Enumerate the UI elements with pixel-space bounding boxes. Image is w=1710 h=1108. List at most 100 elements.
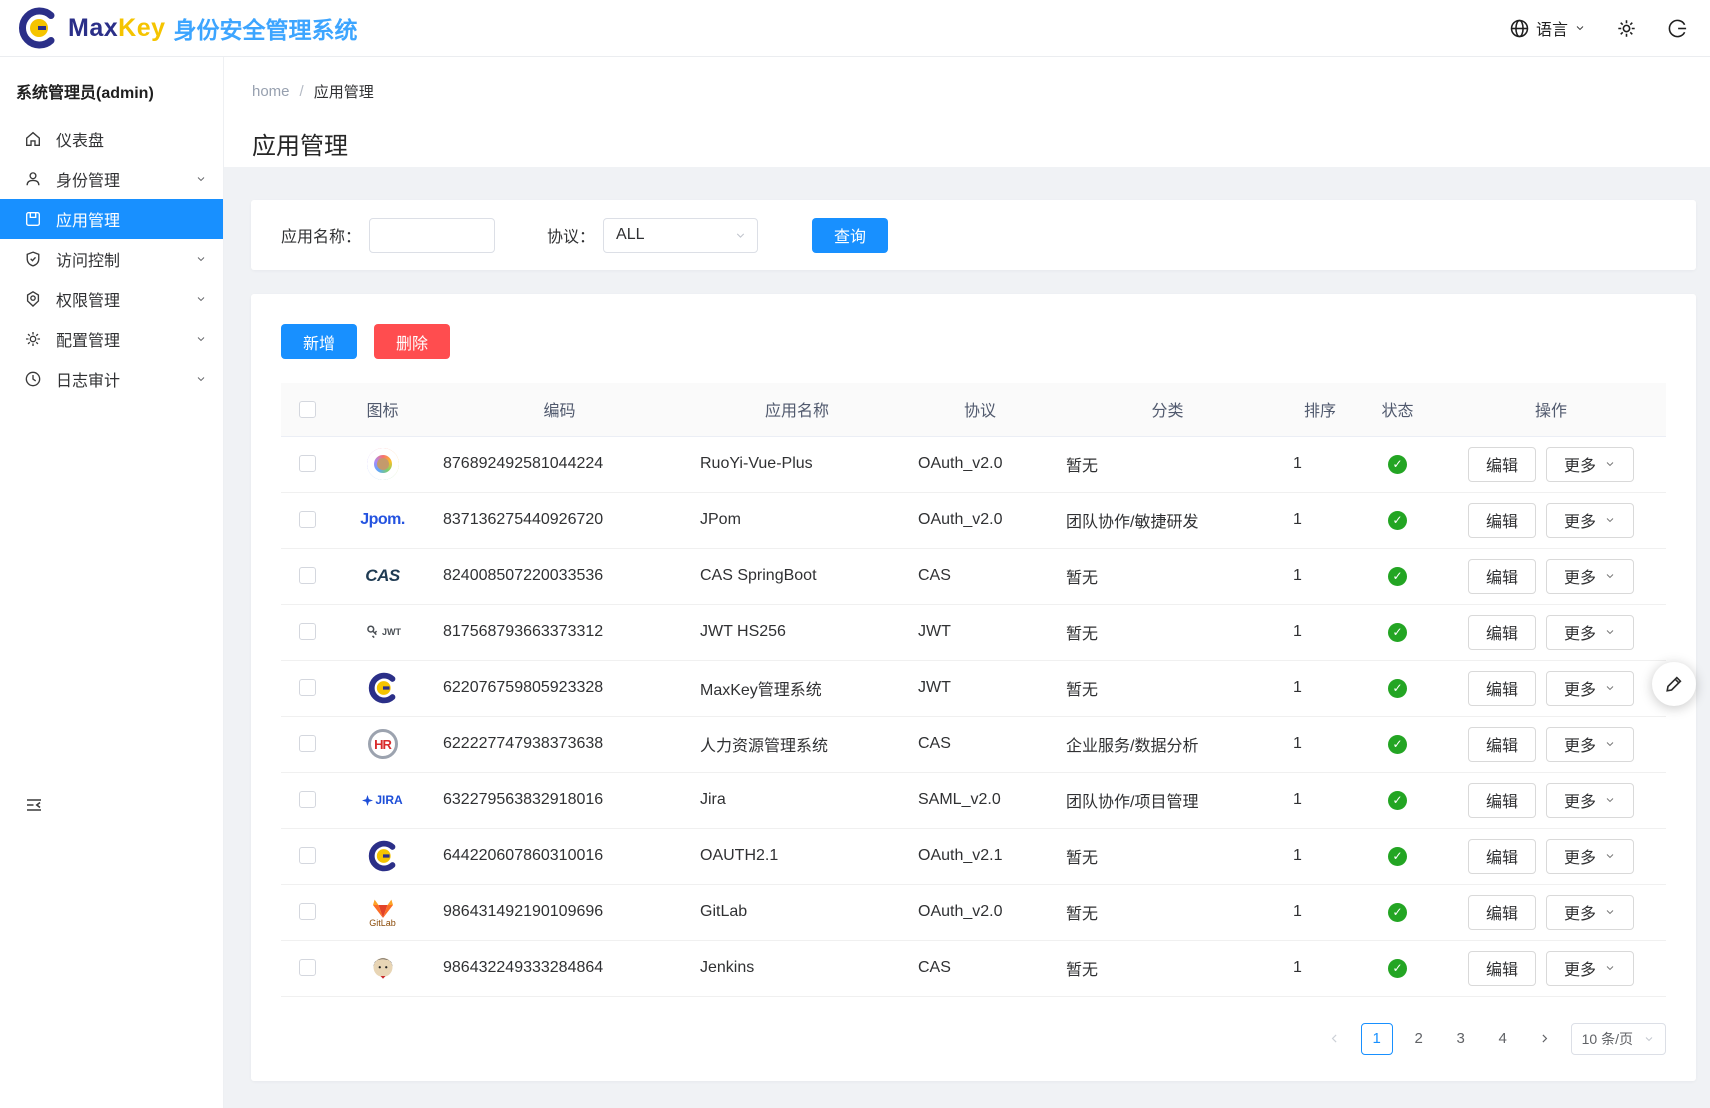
table-row: JIRA632279563832918016JiraSAML_v2.0团队协作/… [281,772,1666,828]
row-checkbox[interactable] [299,455,316,472]
prev-page-button[interactable] [1319,1023,1351,1055]
search-button[interactable]: 查询 [812,218,888,253]
breadcrumb-home-link[interactable]: home [252,83,290,100]
more-button[interactable]: 更多 [1546,447,1634,482]
edit-button[interactable]: 编辑 [1468,727,1536,762]
app-logo-cas-icon: CAS [363,556,403,596]
status-enabled-icon: ✓ [1388,959,1407,978]
edit-button[interactable]: 编辑 [1468,951,1536,986]
protocol-select[interactable]: ALL [603,218,758,253]
more-button[interactable]: 更多 [1546,615,1634,650]
more-button[interactable]: 更多 [1546,895,1634,930]
pen-tool-icon [1663,673,1685,695]
app-name-input[interactable] [369,218,495,253]
logout-icon [1667,18,1688,39]
page-size-select[interactable]: 10 条/页 [1571,1023,1666,1055]
app-logo-hr-icon: HR [363,724,403,764]
app-logo-ruoyi-icon [363,444,403,484]
app-logo-maxkey-icon [363,668,403,708]
row-checkbox[interactable] [299,903,316,920]
language-switcher[interactable]: 语言 [1509,16,1586,40]
menu-fold-icon [24,795,44,815]
logout-button[interactable] [1667,18,1688,39]
sidebar-item-config[interactable]: 配置管理 [0,319,223,359]
user-icon [24,170,42,188]
sidebar-item-label: 仪表盘 [56,127,104,151]
sidebar-collapse-button[interactable] [24,795,44,815]
col-header-name: 应用名称 [688,383,906,436]
page-button-2[interactable]: 2 [1403,1023,1435,1055]
row-checkbox[interactable] [299,567,316,584]
edit-button[interactable]: 编辑 [1468,839,1536,874]
app-logo-jira-icon: JIRA [362,780,402,820]
page-button-1[interactable]: 1 [1361,1023,1393,1055]
sidebar: 系统管理员(admin) 仪表盘身份管理应用管理访问控制权限管理配置管理日志审计 [0,57,224,1108]
status-enabled-icon: ✓ [1388,847,1407,866]
row-checkbox[interactable] [299,511,316,528]
page-button-4[interactable]: 4 [1487,1023,1519,1055]
select-all-checkbox[interactable] [299,401,316,418]
row-checkbox[interactable] [299,847,316,864]
row-checkbox[interactable] [299,623,316,640]
breadcrumb-separator: / [300,83,304,100]
chevron-down-icon [734,229,747,242]
page-button-3[interactable]: 3 [1445,1023,1477,1055]
sidebar-item-dashboard[interactable]: 仪表盘 [0,119,223,159]
sidebar-item-audit[interactable]: 日志审计 [0,359,223,399]
app-sort: 1 [1281,884,1359,940]
pagination: 1234 10 条/页 [281,1023,1666,1055]
badge-icon [24,290,42,308]
sidebar-item-apps[interactable]: 应用管理 [0,199,223,239]
edit-button[interactable]: 编辑 [1468,895,1536,930]
brand[interactable]: MaxKey 身份安全管理系统 [16,6,358,50]
brand-name: MaxKey [68,14,166,43]
edit-button[interactable]: 编辑 [1468,447,1536,482]
status-enabled-icon: ✓ [1388,623,1407,642]
row-checkbox[interactable] [299,735,316,752]
settings-button[interactable] [1616,18,1637,39]
floating-tool-button[interactable] [1652,662,1696,706]
more-button[interactable]: 更多 [1546,503,1634,538]
app-name: JWT HS256 [688,604,906,660]
delete-button[interactable]: 删除 [374,324,450,359]
edit-button[interactable]: 编辑 [1468,671,1536,706]
home-icon [24,130,42,148]
app-protocol: SAML_v2.0 [906,772,1054,828]
app-category: 团队协作/敏捷研发 [1054,492,1281,548]
clock-icon [24,370,42,388]
chevron-down-icon [195,173,207,185]
edit-button[interactable]: 编辑 [1468,615,1536,650]
row-checkbox[interactable] [299,679,316,696]
page-size-value: 10 条/页 [1582,1029,1633,1049]
row-checkbox[interactable] [299,791,316,808]
app-sort: 1 [1281,716,1359,772]
row-checkbox[interactable] [299,959,316,976]
app-protocol: CAS [906,940,1054,996]
sidebar-item-permission[interactable]: 权限管理 [0,279,223,319]
sidebar-item-identity[interactable]: 身份管理 [0,159,223,199]
table-row: GitLab986431492190109696GitLabOAuth_v2.0… [281,884,1666,940]
more-button[interactable]: 更多 [1546,783,1634,818]
top-navbar: MaxKey 身份安全管理系统 语言 [0,0,1710,57]
app-code: 644220607860310016 [431,828,688,884]
sidebar-item-access[interactable]: 访问控制 [0,239,223,279]
more-button[interactable]: 更多 [1546,559,1634,594]
status-enabled-icon: ✓ [1388,735,1407,754]
next-page-button[interactable] [1529,1023,1561,1055]
edit-button[interactable]: 编辑 [1468,783,1536,818]
page-header: home / 应用管理 应用管理 [224,57,1710,167]
app-protocol: CAS [906,548,1054,604]
sidebar-item-label: 访问控制 [56,247,120,271]
add-button[interactable]: 新增 [281,324,357,359]
app-category: 暂无 [1054,940,1281,996]
app-code: 986432249333284864 [431,940,688,996]
edit-button[interactable]: 编辑 [1468,559,1536,594]
chevron-down-icon [195,293,207,305]
chevron-down-icon [195,333,207,345]
chevron-down-icon [1574,22,1586,34]
more-button[interactable]: 更多 [1546,671,1634,706]
more-button[interactable]: 更多 [1546,951,1634,986]
more-button[interactable]: 更多 [1546,727,1634,762]
more-button[interactable]: 更多 [1546,839,1634,874]
edit-button[interactable]: 编辑 [1468,503,1536,538]
